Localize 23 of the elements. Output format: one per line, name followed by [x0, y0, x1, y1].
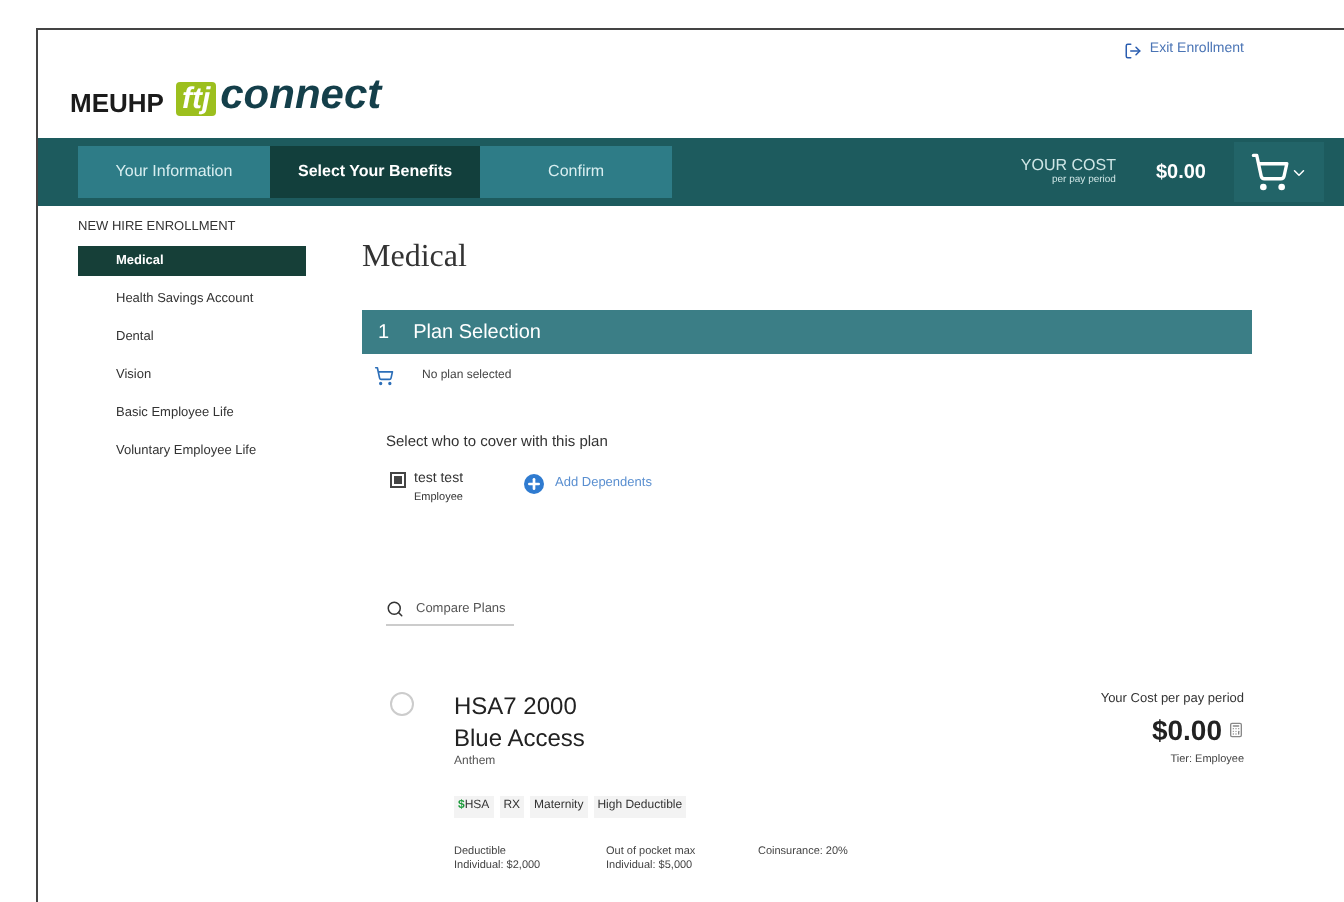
plan-radio[interactable] — [390, 691, 414, 716]
plus-icon — [523, 474, 544, 495]
cart-icon — [1250, 152, 1290, 192]
page-title: Medical — [362, 242, 469, 274]
search-icon — [386, 599, 404, 618]
step-tab[interactable]: Select Your Benefits — [270, 146, 481, 198]
cart-button[interactable] — [1234, 142, 1324, 202]
logo-org: MEUHP — [70, 90, 164, 116]
exit-icon — [1123, 41, 1142, 60]
member-checkbox[interactable] — [390, 472, 406, 489]
section-title: Plan Selection — [413, 319, 541, 347]
cart-icon — [374, 366, 394, 386]
section-number: 1 — [378, 319, 390, 347]
cost-amount: $0.00 — [1155, 159, 1206, 187]
logo-badge: ftj — [175, 82, 217, 116]
plan-name: Blue Access — [454, 721, 585, 754]
plan-name: HSA7 2000 — [454, 689, 579, 722]
step-tab[interactable]: Your Information — [78, 146, 270, 198]
step-tab[interactable]: Confirm — [480, 146, 673, 198]
plan-cost: $0.00 — [1151, 711, 1222, 750]
calculator-icon — [1228, 722, 1244, 739]
cost-title: YOUR COST — [1020, 158, 1116, 174]
logo-product: connect — [220, 74, 382, 116]
